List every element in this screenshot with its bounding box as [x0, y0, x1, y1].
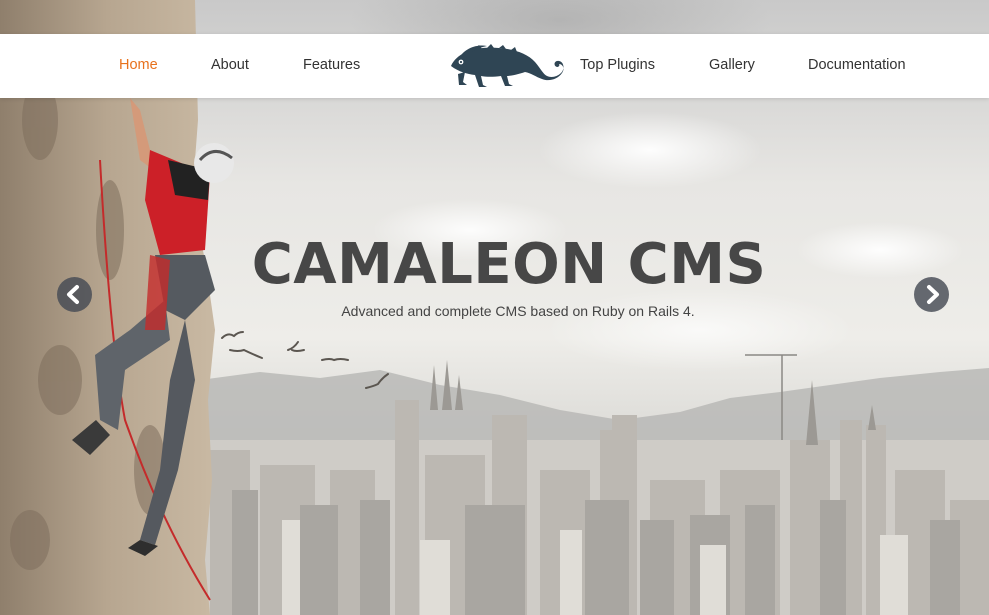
nav-top-plugins-link[interactable]: Top Plugins	[580, 34, 655, 98]
slider-page: Home About Features Top Plugins Gallery …	[0, 0, 989, 615]
nav-home-link[interactable]: Home	[119, 34, 158, 98]
nav-about-link[interactable]: About	[211, 34, 249, 98]
nav-gallery-link[interactable]: Gallery	[709, 34, 755, 98]
chevron-right-icon	[927, 285, 939, 304]
camaleon-logo[interactable]	[447, 40, 573, 92]
main-navbar: Home About Features Top Plugins Gallery …	[0, 34, 989, 98]
hero-title: CAMALEON CMS	[251, 232, 767, 297]
nav-features-link[interactable]: Features	[303, 34, 360, 98]
nav-documentation-link[interactable]: Documentation	[808, 34, 906, 98]
hero-subtitle: Advanced and complete CMS based on Ruby …	[341, 303, 695, 319]
chameleon-icon	[451, 44, 564, 87]
slider-next-button[interactable]	[914, 277, 949, 312]
slider-prev-button[interactable]	[57, 277, 92, 312]
chevron-left-icon	[67, 285, 79, 304]
